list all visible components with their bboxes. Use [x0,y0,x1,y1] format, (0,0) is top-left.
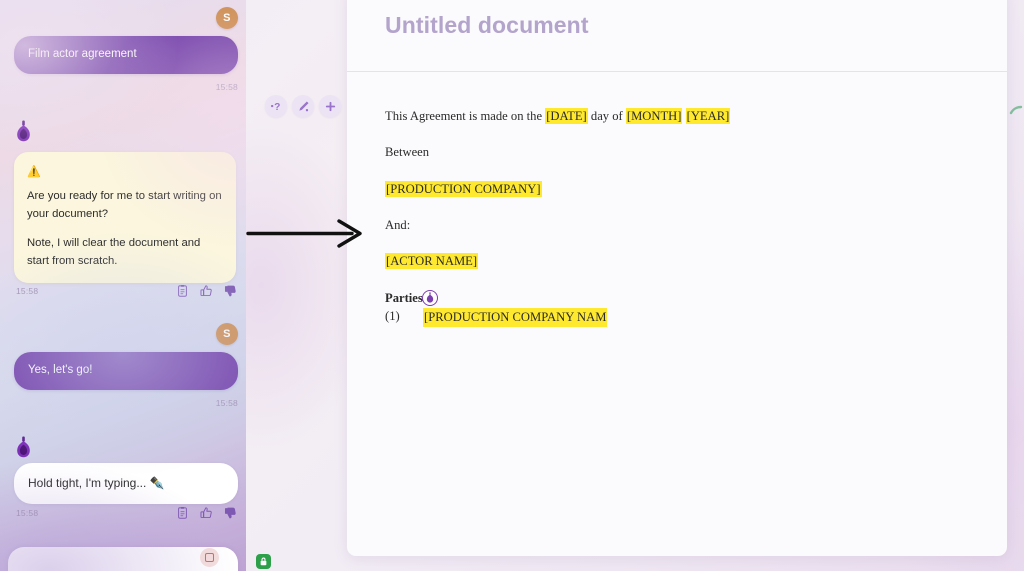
placeholder-actor-name: [ACTOR NAME] [385,253,479,270]
title-divider [347,71,1007,72]
assistant-ink-bottle-icon [16,436,31,458]
parties-heading-label: Parties [385,290,423,305]
pencil-icon [298,100,309,111]
message-timestamp: 15:58 [16,508,39,518]
avatar: S [216,7,238,29]
placeholder-production-company-name: [PRODUCTION COMPANY NAM [423,308,608,327]
secure-lock-badge [256,554,271,569]
message-timestamp: 15:58 [215,398,238,408]
stop-generating-button[interactable] [200,548,219,567]
document-floating-toolbar[interactable]: ? [265,95,341,117]
agreement-text-prefix: This Agreement is made on the [385,109,546,123]
page-title[interactable]: Untitled document [385,12,589,39]
message-timestamp: 15:58 [16,286,39,296]
ai-writing-cursor-icon [421,289,438,306]
edge-cursor-marker [1009,105,1023,115]
plus-icon [325,101,335,111]
assistant-text-primary: Are you ready for me to start writing on… [27,190,222,220]
message-timestamp: 15:58 [215,82,238,92]
document-page[interactable]: Untitled document This Agreement is made… [347,0,1007,556]
agreement-text-mid: day of [587,109,626,123]
chat-bubble-assistant-warning[interactable]: ⚠️ Are you ready for me to start writing… [14,152,236,284]
placeholder-year: [YEAR] [685,108,731,124]
thumbs-down-icon[interactable] [224,284,237,298]
document-paragraph-production-company: [PRODUCTION COMPANY] [385,180,975,197]
edit-button[interactable] [292,95,314,117]
svg-text:?: ? [274,102,280,113]
thumbs-down-icon[interactable] [224,506,237,520]
question-mark-icon: ? [270,102,280,113]
chat-bubble-user[interactable]: Yes, let's go! [14,352,238,390]
ask-question-button[interactable]: ? [265,95,287,117]
warning-icon: ⚠️ [27,166,41,178]
lock-icon [260,557,267,566]
pointer-arrow-annotation [246,219,362,248]
chat-bubble-user[interactable]: Film actor agreement [14,36,238,74]
document-paragraph-actor-name: [ACTOR NAME] [385,253,975,270]
avatar: S [216,323,238,345]
list-item-number: (1) [385,309,400,324]
app-root: S Film actor agreement 15:58 ⚠️ Are you … [0,0,1024,571]
document-paragraph-agreement-date: This Agreement is made on the [DATE] day… [385,108,975,124]
thumbs-up-icon[interactable] [200,284,213,298]
copy-icon[interactable] [176,284,189,298]
chat-bubble-assistant-typing[interactable]: Hold tight, I'm typing... ✒️ [14,463,238,504]
assistant-ink-bottle-icon [16,120,31,142]
message-actions[interactable] [176,506,237,520]
document-paragraph-between: Between [385,145,430,160]
add-button[interactable] [319,95,341,117]
placeholder-month: [MONTH] [625,108,683,124]
stop-square-icon [205,553,214,562]
copy-icon[interactable] [176,506,189,520]
document-paragraph-and: And: [385,218,411,233]
thumbs-up-icon[interactable] [200,506,213,520]
document-list-item: (1) [PRODUCTION COMPANY NAM [385,308,975,327]
chat-message-list[interactable]: S Film actor agreement 15:58 ⚠️ Are you … [0,0,246,571]
document-heading-parties: Parties [385,289,975,306]
message-actions[interactable] [176,284,237,298]
assistant-text-secondary: Note, I will clear the document and star… [27,237,201,267]
placeholder-production-company: [PRODUCTION COMPANY] [385,180,542,197]
document-body[interactable]: This Agreement is made on the [DATE] day… [385,108,975,327]
chat-panel: S Film actor agreement 15:58 ⚠️ Are you … [0,0,246,571]
placeholder-date: [DATE] [545,108,588,124]
